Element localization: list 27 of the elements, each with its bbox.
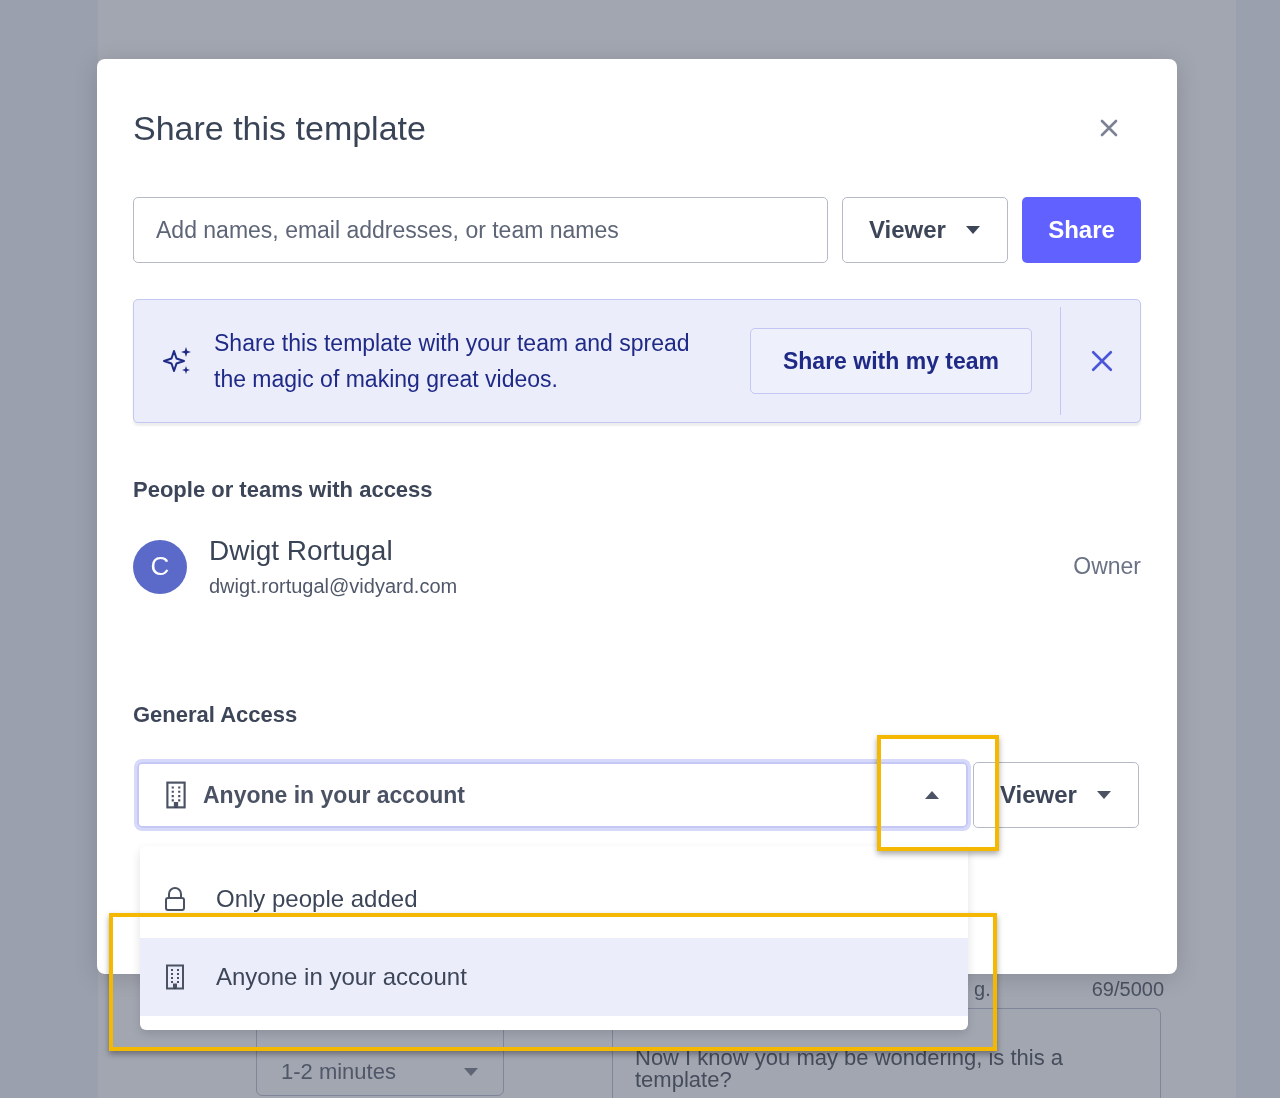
caret-icon xyxy=(965,225,981,235)
hint-text: g. xyxy=(974,977,991,1002)
person-role: Owner xyxy=(1073,553,1141,580)
access-option[interactable]: Only people added xyxy=(140,860,968,938)
access-option[interactable]: Anyone in your account xyxy=(140,938,968,1016)
close-icon[interactable] xyxy=(1099,118,1119,138)
close-icon[interactable] xyxy=(1091,350,1113,372)
dialog-title: Share this template xyxy=(133,108,426,148)
invite-field[interactable]: Add names, email addresses, or team names xyxy=(133,197,828,263)
person-name: Dwigt Rortugal xyxy=(209,535,394,567)
role-dropdown[interactable]: Viewer xyxy=(973,762,1139,828)
building-icon xyxy=(164,964,186,990)
caret-icon xyxy=(463,1067,479,1077)
share-with-team-button[interactable]: Share with my team xyxy=(750,328,1032,394)
lock-icon xyxy=(164,886,186,912)
caret-icon xyxy=(924,790,940,800)
section-heading: People or teams with access xyxy=(133,477,434,503)
role-dropdown[interactable]: Viewer xyxy=(842,197,1008,263)
section-heading: General Access xyxy=(133,702,299,728)
banner-message: Share this template with your team and spread the magic of making great videos. xyxy=(214,329,691,394)
avatar: C xyxy=(133,539,187,594)
access-dropdown[interactable]: Anyone in your account xyxy=(137,762,968,828)
share-button[interactable]: Share xyxy=(1022,197,1141,263)
caret-icon xyxy=(1096,790,1112,800)
character-counter: 69/5000 xyxy=(1091,977,1164,1002)
person-email: dwigt.rortugal@vidyard.com xyxy=(209,575,459,598)
building-icon xyxy=(165,781,187,809)
